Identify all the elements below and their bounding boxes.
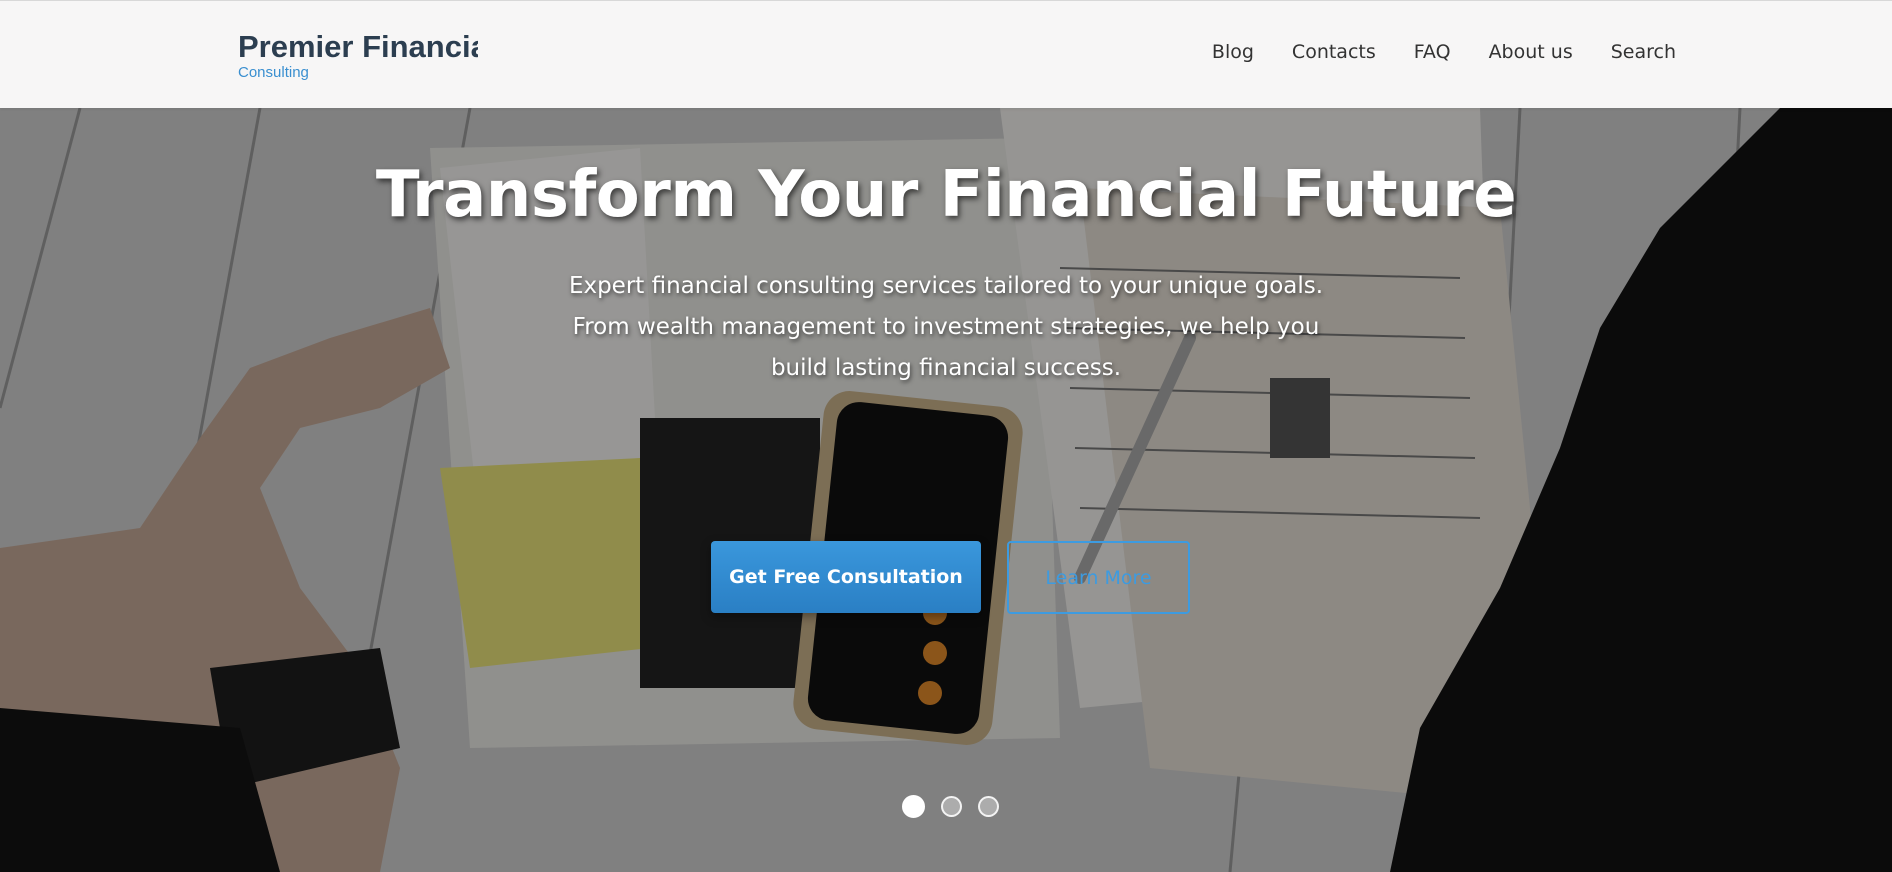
- hero-slider: Transform Your Financial Future Expert f…: [0, 108, 1892, 872]
- nav-item-faq[interactable]: FAQ: [1414, 41, 1451, 63]
- brand-name: Premier Financial: [238, 29, 478, 64]
- nav-item-search[interactable]: Search: [1611, 41, 1676, 63]
- get-free-consultation-button[interactable]: Get Free Consultation: [711, 541, 981, 613]
- slider-dot-3[interactable]: [978, 796, 999, 817]
- brand-logo[interactable]: Premier Financial Consulting: [238, 29, 478, 81]
- site-header: Premier Financial Consulting Blog Contac…: [0, 0, 1892, 108]
- slider-dot-2[interactable]: [941, 796, 962, 817]
- learn-more-button[interactable]: Learn More: [1007, 541, 1190, 614]
- hero-subtitle: Expert financial consulting services tai…: [568, 273, 1324, 381]
- brand-tagline: Consulting: [238, 64, 309, 81]
- nav-item-about-us[interactable]: About us: [1489, 41, 1573, 63]
- main-nav: Blog Contacts FAQ About us Search: [1212, 41, 1676, 63]
- nav-item-contacts[interactable]: Contacts: [1292, 41, 1376, 63]
- slider-dot-1[interactable]: [902, 795, 925, 818]
- hero-title: Transform Your Financial Future: [375, 158, 1517, 232]
- slider-pagination: [902, 795, 999, 818]
- nav-item-blog[interactable]: Blog: [1212, 41, 1254, 63]
